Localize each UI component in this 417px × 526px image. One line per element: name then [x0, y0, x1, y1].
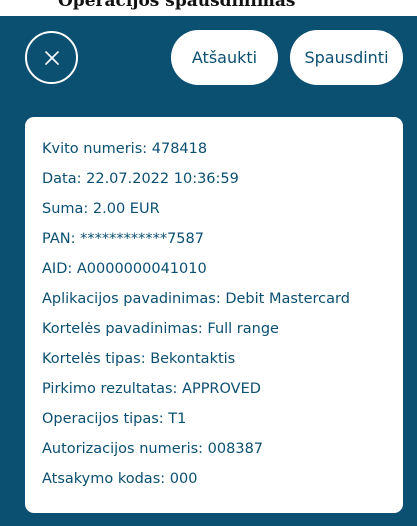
receipt-screen: Atšaukti Spausdinti Kvito numeris: 47841…: [0, 16, 417, 526]
receipt-application-name: Aplikacijos pavadinimas: Debit Mastercar…: [42, 291, 350, 307]
receipt-authorization-number: Autorizacijos numeris: 008387: [42, 441, 264, 457]
receipt-card-name: Kortelės pavadinimas: Full range: [42, 321, 279, 337]
receipt-amount: Suma: 2.00 EUR: [42, 201, 160, 217]
cropped-header: Operacijos spausdinimas: [0, 0, 417, 16]
cancel-button[interactable]: Atšaukti: [171, 30, 278, 85]
receipt-pan: PAN: ************7587: [42, 231, 204, 247]
receipt-card-type: Kortelės tipas: Bekontaktis: [42, 351, 236, 367]
receipt-purchase-result: Pirkimo rezultatas: APPROVED: [42, 381, 261, 397]
receipt-card: Kvito numeris: 478418 Data: 22.07.2022 1…: [25, 117, 403, 513]
receipt-date: Data: 22.07.2022 10:36:59: [42, 171, 239, 187]
cropped-header-text: Operacijos spausdinimas: [58, 0, 296, 11]
close-button[interactable]: [25, 31, 78, 84]
print-button[interactable]: Spausdinti: [290, 30, 403, 85]
receipt-aid: AID: A0000000041010: [42, 261, 207, 277]
receipt-operation-type: Operacijos tipas: T1: [42, 411, 187, 427]
receipt-response-code: Atsakymo kodas: 000: [42, 471, 198, 487]
receipt-number: Kvito numeris: 478418: [42, 141, 208, 157]
close-icon: [44, 50, 59, 65]
